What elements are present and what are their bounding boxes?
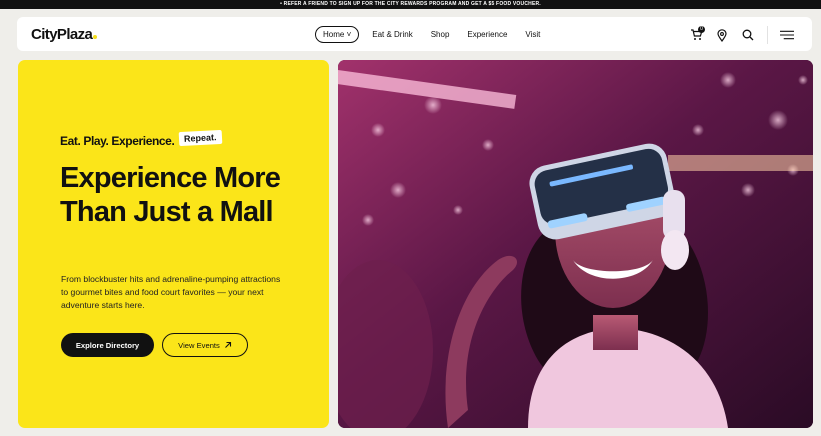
logo-text: CityPlaza [31, 26, 93, 43]
hero-description: From blockbuster hits and adrenaline-pum… [61, 274, 281, 310]
hero-headline: Experience More Than Just a Mall [60, 162, 281, 228]
promo-text: • REFER A FRIEND TO SIGN UP FOR THE CITY… [280, 1, 541, 7]
cart-count-badge: 0 [698, 26, 705, 33]
nav-item-eat-drink[interactable]: Eat & Drink [367, 27, 417, 42]
main-nav: Home ˅ Eat & Drink Shop Experience Visit [315, 26, 545, 43]
header-actions: 0 [689, 26, 794, 44]
logo-dot [93, 35, 98, 39]
nav-item-experience[interactable]: Experience [462, 27, 512, 42]
arrow-up-right-icon [224, 341, 231, 348]
view-events-label: View Events [178, 340, 220, 350]
explore-directory-label: Explore Directory [75, 340, 140, 350]
explore-directory-button[interactable]: Explore Directory [61, 333, 154, 357]
promo-banner[interactable]: • REFER A FRIEND TO SIGN UP FOR THE CITY… [0, 0, 821, 9]
nav-item-visit[interactable]: Visit [520, 27, 545, 42]
hamburger-menu-icon[interactable] [780, 28, 794, 42]
site-header: CityPlaza Home ˅ Eat & Drink Shop Experi… [17, 17, 812, 51]
cart-icon[interactable]: 0 [689, 26, 705, 42]
location-pin-icon[interactable] [715, 28, 729, 42]
header-divider [767, 26, 768, 44]
nav-item-shop[interactable]: Shop [426, 27, 455, 42]
hero-tagline: Eat. Play. Experience. [60, 134, 175, 148]
search-icon[interactable] [741, 28, 755, 42]
vr-headset-photo [338, 60, 813, 428]
site-logo[interactable]: CityPlaza [31, 26, 98, 43]
nav-item-home[interactable]: Home ˅ [315, 26, 360, 43]
repeat-badge: Repeat. [178, 129, 222, 147]
view-events-button[interactable]: View Events [162, 333, 248, 357]
hero-image [338, 60, 813, 428]
hero-panel: Eat. Play. Experience. Repeat. Experienc… [18, 60, 329, 428]
